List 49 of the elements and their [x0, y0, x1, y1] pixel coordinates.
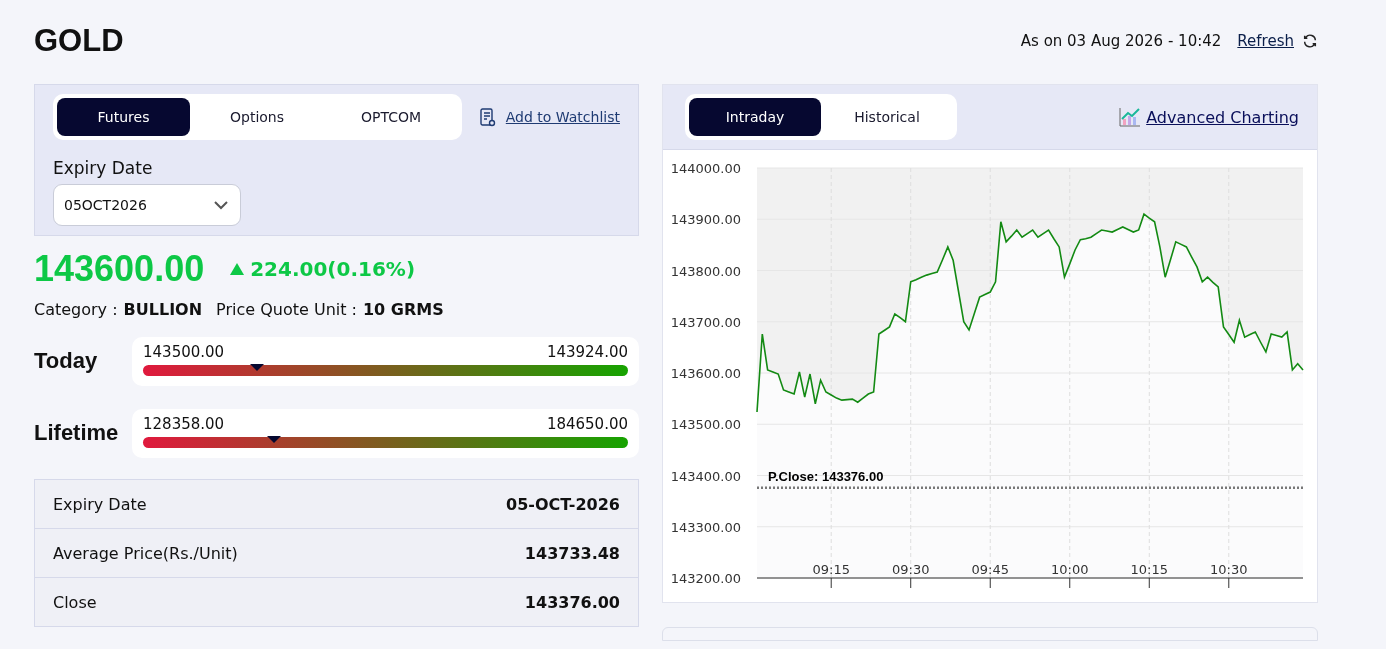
y-axis-label: 143700.00: [670, 314, 741, 330]
x-axis-label: 10:30: [1210, 562, 1248, 577]
document-icon[interactable]: [479, 107, 496, 127]
tab[interactable]: Options: [190, 98, 324, 136]
range-label: Lifetime: [34, 420, 120, 446]
y-axis-label: 143900.00: [670, 212, 741, 228]
page-title: GOLD: [34, 23, 124, 59]
y-axis-label: 143400.00: [670, 468, 741, 484]
tab[interactable]: Intraday: [689, 98, 821, 136]
chevron-down-icon: [214, 200, 228, 210]
stat-value: 143376.00: [524, 592, 620, 612]
x-axis-label: 09:15: [812, 562, 850, 577]
category-label: Category :: [34, 300, 118, 319]
y-axis-label: 143600.00: [670, 366, 741, 381]
x-axis-label: 10:15: [1130, 562, 1168, 577]
timestamp: As on 03 Aug 2026 - 10:42: [1020, 32, 1222, 50]
unit-value: 10 GRMS: [363, 300, 444, 319]
stat-label: Expiry Date: [53, 494, 147, 514]
y-axis-label: 143200.00: [670, 571, 741, 586]
refresh-icon[interactable]: [1302, 33, 1318, 49]
expiry-dropdown[interactable]: 05OCT2026: [53, 184, 241, 226]
price-change: 224.00(0.16%): [250, 257, 416, 281]
range-high: 143924.00: [546, 342, 628, 361]
stat-label: Average Price(Rs./Unit): [53, 543, 238, 563]
previous-close-label: P.Close: 143376.00: [768, 468, 884, 484]
range-low: 128358.00: [143, 414, 225, 433]
y-axis-label: 144000.00: [670, 161, 741, 176]
tab[interactable]: OPTCOM: [324, 98, 458, 136]
x-axis-label: 09:30: [892, 562, 930, 577]
x-axis-label: 09:45: [971, 562, 1009, 577]
stat-value: 143733.48: [524, 543, 620, 563]
field-label: Expiry Date: [53, 158, 154, 178]
last-price: 143600.00: [34, 248, 205, 290]
advanced-charting-link[interactable]: Advanced Charting: [1146, 107, 1299, 127]
add-to-watchlist-link[interactable]: Add to Watchlist: [505, 109, 620, 125]
y-axis-label: 143800.00: [670, 263, 741, 279]
category-value: BULLION: [123, 300, 203, 319]
y-axis-label: 143300.00: [670, 519, 741, 535]
range-high: 184650.00: [546, 414, 628, 433]
tab[interactable]: Futures: [57, 98, 190, 136]
stat-value: 05-OCT-2026: [506, 494, 620, 514]
stat-label: Close: [53, 592, 97, 612]
unit-label: Price Quote Unit :: [216, 300, 357, 319]
x-axis-label: 10:00: [1051, 562, 1089, 577]
y-axis-label: 143500.00: [670, 417, 741, 433]
range-low: 143500.00: [143, 342, 225, 361]
refresh-link[interactable]: Refresh: [1237, 32, 1294, 50]
range-label: Today: [34, 348, 99, 374]
tab[interactable]: Historical: [821, 98, 953, 136]
